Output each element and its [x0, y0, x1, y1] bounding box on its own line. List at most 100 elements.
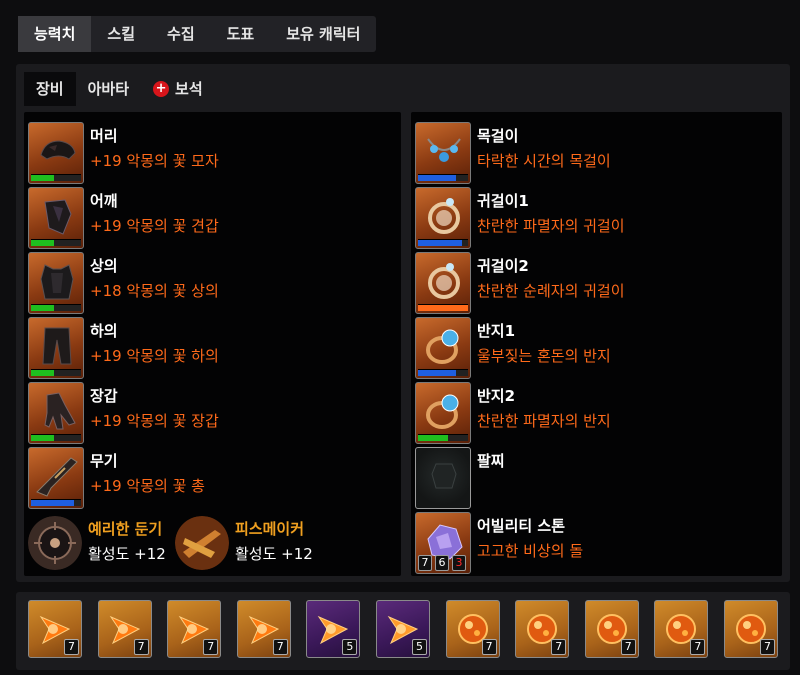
item-name: +19 악몽의 꽃 총: [90, 477, 205, 495]
gem-level: 5: [342, 639, 358, 655]
tab-stats[interactable]: 능력치: [18, 16, 92, 52]
quality-bar-fill: [31, 500, 74, 506]
item-name: 찬란한 순례자의 귀걸이: [477, 282, 625, 300]
slot-name: 귀걸이2: [477, 257, 529, 275]
equipment-slot[interactable]: 팔찌: [415, 447, 775, 509]
item-name: +19 악몽의 꽃 견갑: [90, 217, 219, 235]
stone-engraving-level: 7: [418, 555, 432, 571]
pants-icon[interactable]: [28, 317, 84, 379]
armor-column: 머리 +19 악몽의 꽃 모자어깨 +19 악몽의 꽃 견갑상의 +18 악몽의 꽃 …: [24, 112, 401, 576]
equipment-slot[interactable]: 머리 +19 악몽의 꽃 모자: [28, 122, 388, 184]
item-name: +19 악몽의 꽃 하의: [90, 347, 219, 365]
quality-bar-fill: [418, 370, 456, 376]
gem-level: 7: [551, 639, 567, 655]
gem-level: 7: [133, 639, 149, 655]
equipment-slot[interactable]: 장갑 +19 악몽의 꽃 장갑: [28, 382, 388, 444]
gem-slot[interactable]: 7: [515, 600, 570, 658]
equipment-slot[interactable]: 어깨 +19 악몽의 꽃 견갑: [28, 187, 388, 249]
gem-level: 5: [412, 639, 427, 655]
gem-slot[interactable]: 7: [28, 600, 82, 658]
slot-name: 반지1: [477, 322, 516, 340]
equipment-slot[interactable]: 무기 +19 악몽의 꽃 총: [28, 447, 388, 509]
gem-slot[interactable]: 5: [376, 600, 430, 658]
earring-icon[interactable]: [415, 187, 471, 249]
top-tab-bar: 능력치 스킬 수집 도표 보유 캐릭터: [18, 16, 377, 52]
empty-bracelet-slot-icon[interactable]: [415, 447, 471, 509]
quality-bar: [418, 174, 468, 181]
quality-bar-fill: [418, 435, 448, 441]
gem-slot[interactable]: 7: [167, 600, 222, 658]
item-name: +18 악몽의 꽃 상의: [90, 282, 219, 300]
quality-bar: [418, 369, 468, 376]
quality-bar: [31, 499, 81, 506]
engraving-item[interactable]: 예리한 둔기 활성도 +12: [28, 514, 178, 574]
chest-armor-icon[interactable]: [28, 252, 84, 314]
engraving-name: 피스메이커: [235, 520, 305, 538]
engraving-item[interactable]: 피스메이커 활성도 +12: [175, 514, 325, 574]
gem-slot[interactable]: 7: [445, 600, 500, 658]
item-name: 타락한 시간의 목걸이: [477, 152, 611, 170]
quality-bar-fill: [31, 240, 54, 246]
tab-owned-characters[interactable]: 보유 캐릭터: [270, 16, 376, 52]
gem-slot[interactable]: 7: [236, 600, 291, 658]
item-name: 찬란한 파멸자의 반지: [477, 412, 611, 430]
quality-bar-fill: [418, 305, 468, 311]
shoulder-icon[interactable]: [28, 187, 84, 249]
gem-slot[interactable]: 5: [306, 600, 361, 658]
gem-level: 7: [690, 639, 706, 655]
equipment-slot[interactable]: 상의 +18 악몽의 꽃 상의: [28, 252, 388, 314]
slot-name: 하의: [90, 322, 118, 340]
quality-bar-fill: [31, 435, 54, 441]
quality-bar-fill: [418, 175, 456, 181]
gem-slot[interactable]: 7: [654, 600, 709, 658]
equipment-slot[interactable]: 목걸이타락한 시간의 목걸이: [415, 122, 775, 184]
equipment-slot[interactable]: 하의 +19 악몽의 꽃 하의: [28, 317, 388, 379]
slot-name: 팔찌: [477, 452, 505, 470]
tab-gems[interactable]: + 보석: [141, 72, 215, 106]
ring-icon[interactable]: [415, 382, 471, 444]
equipment-slot[interactable]: 귀걸이2 찬란한 순례자의 귀걸이: [415, 252, 775, 314]
gem-level: 7: [272, 639, 288, 655]
equipment-slot[interactable]: 반지1 울부짖는 혼돈의 반지: [415, 317, 775, 379]
tab-equipment[interactable]: 장비: [24, 72, 76, 106]
gem-level: 7: [620, 639, 636, 655]
slot-name: 어깨: [90, 192, 118, 210]
earring-icon[interactable]: [415, 252, 471, 314]
equipment-slot[interactable]: 반지2 찬란한 파멸자의 반지: [415, 382, 775, 444]
quality-bar: [418, 239, 468, 246]
gem-slot[interactable]: 7: [584, 600, 639, 658]
slot-name: 장갑: [90, 387, 118, 405]
tab-chart[interactable]: 도표: [211, 16, 271, 52]
slot-name: 목걸이: [477, 127, 519, 145]
equipment-slot[interactable]: 귀걸이1 찬란한 파멸자의 귀걸이: [415, 187, 775, 249]
gem-slot[interactable]: 7: [724, 600, 778, 658]
slot-name: 머리: [90, 127, 118, 145]
quality-bar-fill: [418, 240, 462, 246]
peacemaker-engraving-icon: [175, 516, 229, 570]
slot-name: 상의: [90, 257, 118, 275]
engraving-activation: 활성도 +12: [88, 545, 166, 563]
quality-bar: [31, 434, 81, 441]
item-name: 울부짖는 혼돈의 반지: [477, 347, 611, 365]
tab-avatar[interactable]: 아바타: [76, 72, 141, 106]
necklace-icon[interactable]: [415, 122, 471, 184]
gun-icon[interactable]: [28, 447, 84, 509]
sub-tab-bar: 장비 아바타 + 보석: [24, 72, 215, 106]
item-name: 찬란한 파멸자의 귀걸이: [477, 217, 625, 235]
quality-bar-fill: [31, 175, 54, 181]
slot-name: 어빌리티 스톤: [477, 517, 566, 535]
quality-bar: [31, 304, 81, 311]
gem-slot[interactable]: 7: [97, 600, 152, 658]
tab-skills[interactable]: 스킬: [91, 16, 151, 52]
ability-stone-slot[interactable]: 7 6 3 어빌리티 스톤고고한 비상의 돌: [415, 512, 775, 574]
accessory-column: 목걸이타락한 시간의 목걸이귀걸이1 찬란한 파멸자의 귀걸이귀걸이2 찬란한 순례…: [411, 112, 782, 576]
ability-stone-icon[interactable]: 763: [415, 512, 471, 574]
tab-collection[interactable]: 수집: [151, 16, 211, 52]
slot-name: 귀걸이1: [477, 192, 529, 210]
gloves-icon[interactable]: [28, 382, 84, 444]
quality-bar-fill: [31, 370, 54, 376]
stone-engraving-level: 6: [435, 555, 449, 571]
helmet-icon[interactable]: [28, 122, 84, 184]
ring-icon[interactable]: [415, 317, 471, 379]
item-name: 고고한 비상의 돌: [477, 542, 584, 560]
